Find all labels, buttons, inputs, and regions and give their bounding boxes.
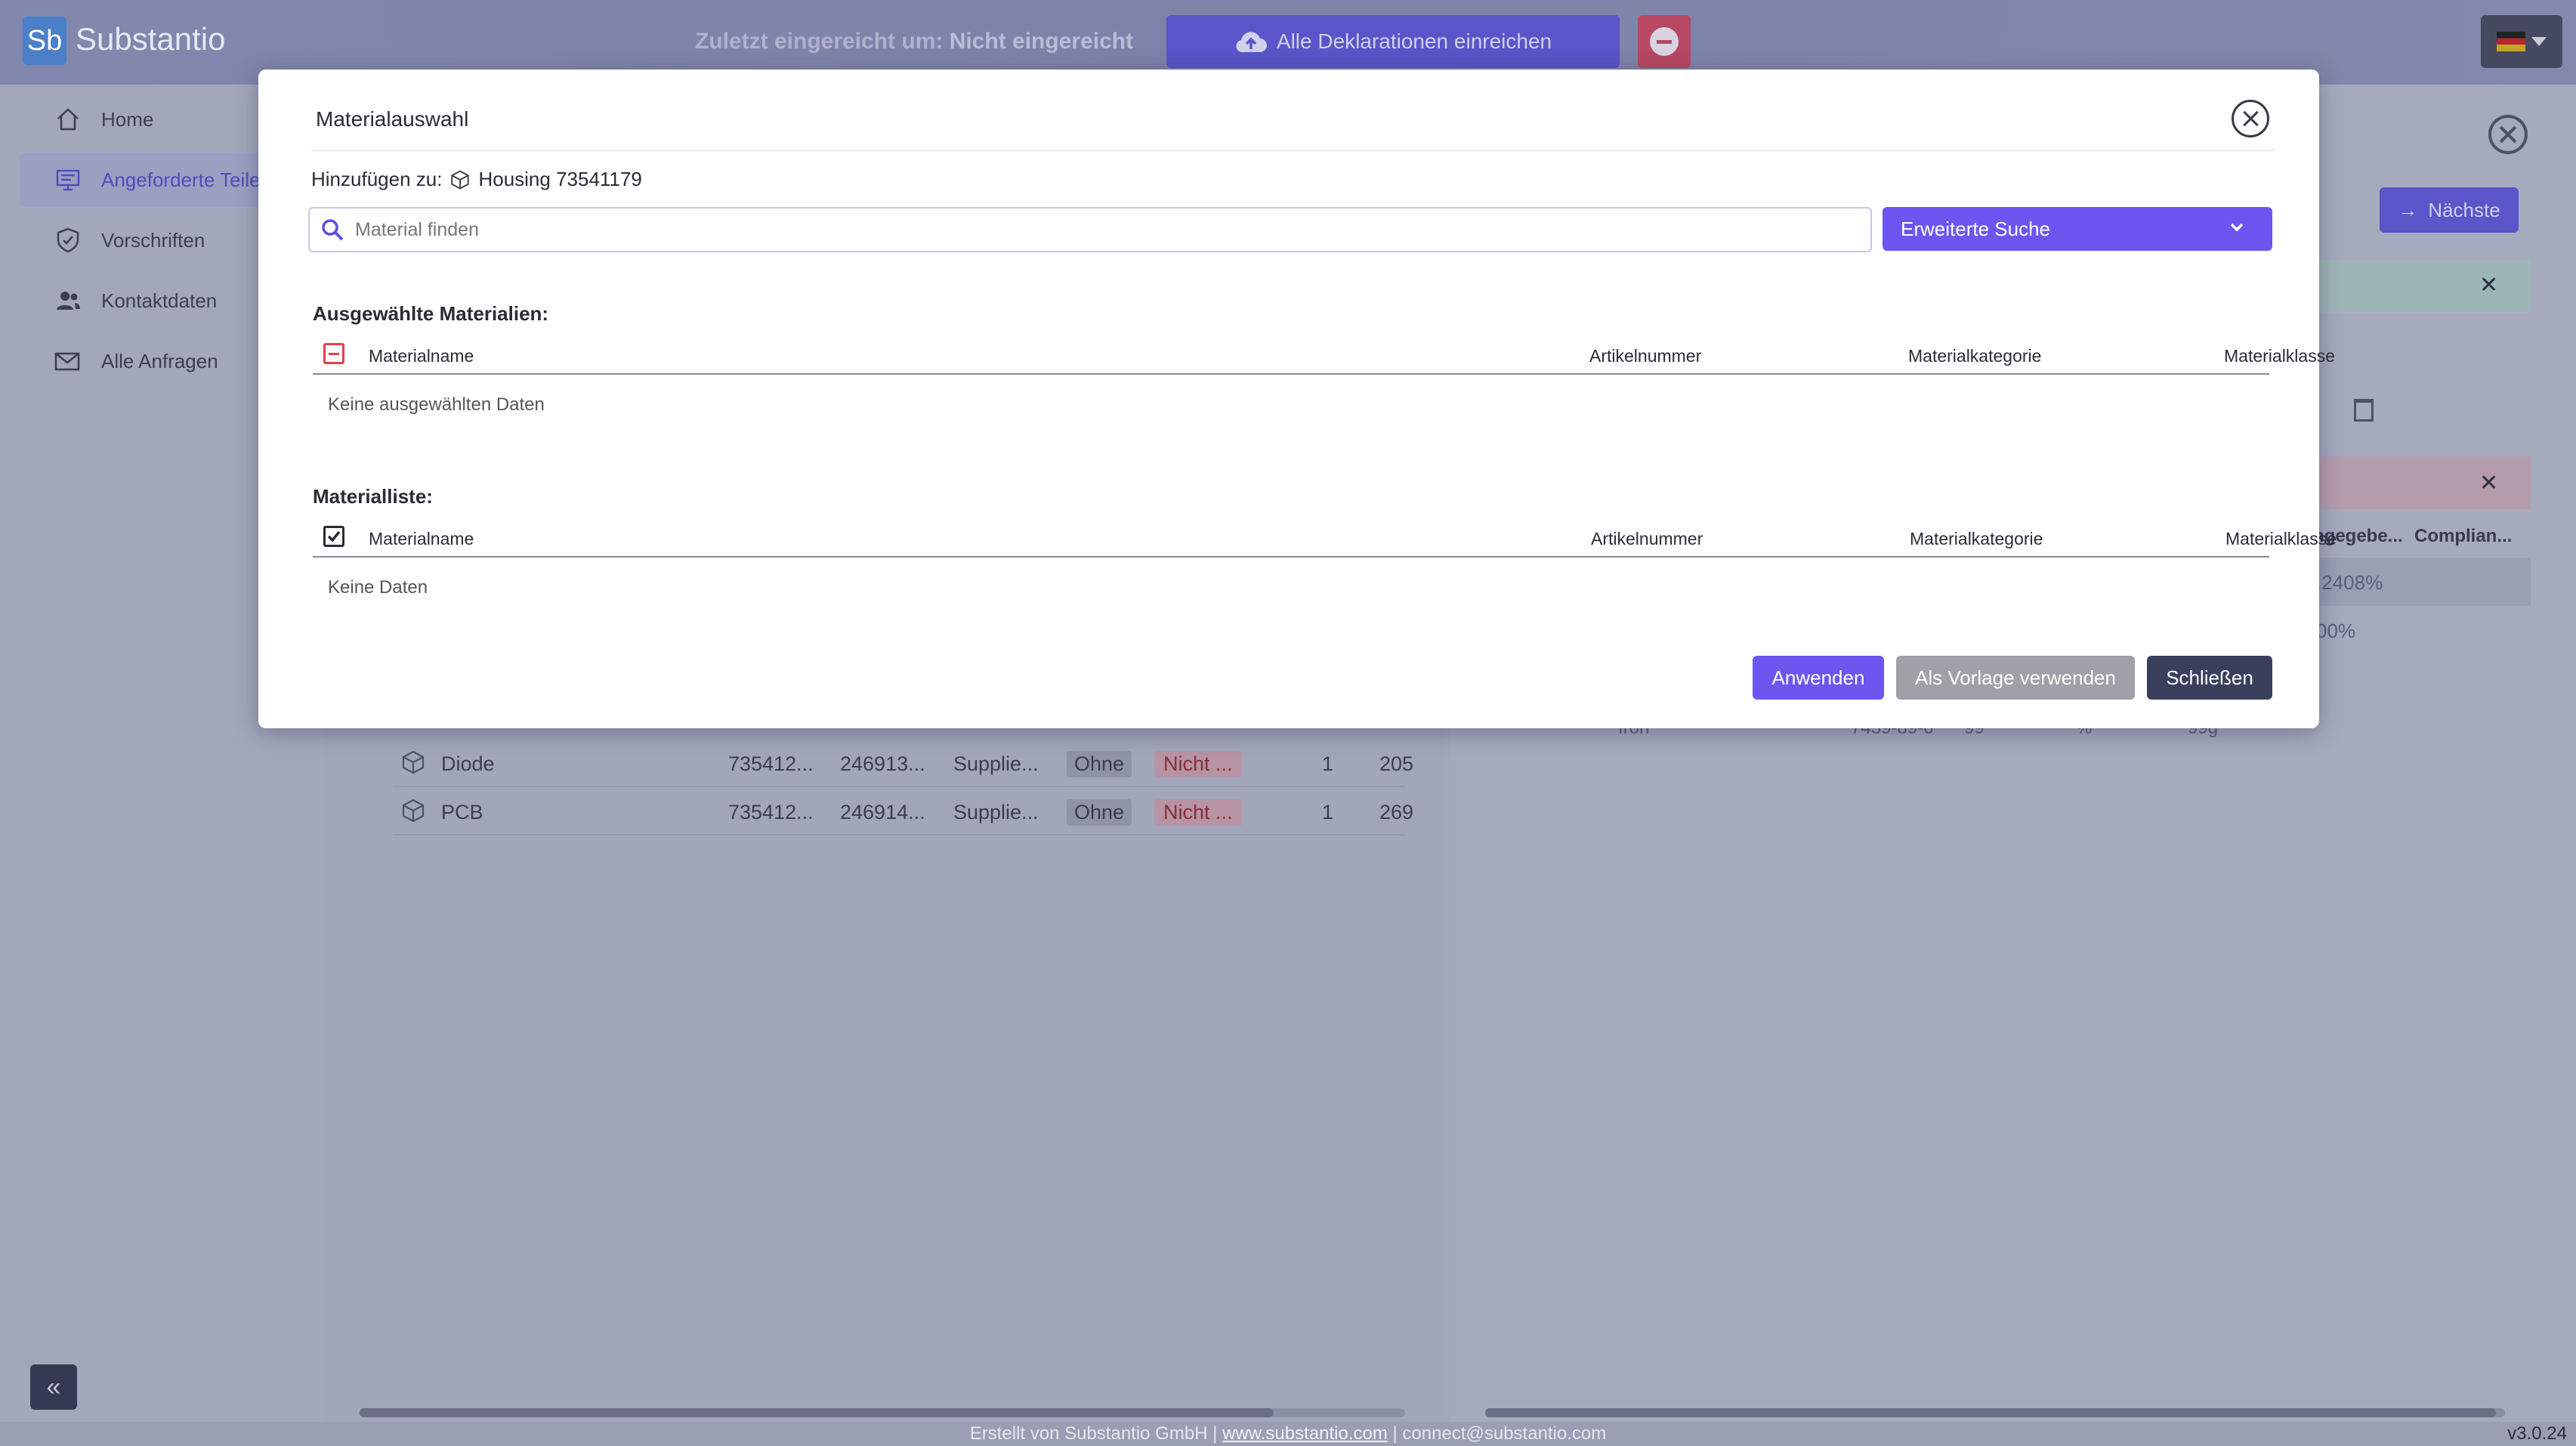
composition-value: 00% [2316, 619, 2356, 642]
caret-down-icon [2531, 37, 2547, 46]
column-header-material-category[interactable]: Materialkategorie [1908, 346, 2041, 366]
dismiss-banner-icon[interactable]: ✕ [2479, 272, 2498, 298]
cloud-upload-icon [1236, 32, 1267, 53]
row-cell: 205 [1379, 752, 1414, 775]
monitor-icon [53, 165, 83, 195]
sidebar-item-label: Alle Anfragen [101, 349, 218, 372]
status-badge: Nicht ... [1154, 751, 1242, 777]
material-list-title: Materialliste: [313, 485, 433, 508]
home-icon [53, 104, 83, 134]
list-empty-message: Keine Daten [328, 577, 428, 598]
version-label: v3.0.24 [2507, 1423, 2567, 1444]
apply-button[interactable]: Anwenden [1753, 656, 1884, 700]
close-button[interactable]: Schließen [2147, 656, 2272, 700]
next-button[interactable]: → Nächste [2380, 187, 2519, 233]
row-cell: Supplie... [953, 801, 1039, 823]
sidebar-item-label: Home [101, 107, 154, 131]
selected-empty-message: Keine ausgewählten Daten [328, 394, 545, 415]
footer-website-link[interactable]: www.substantio.com [1222, 1423, 1388, 1444]
status-badge: Ohne [1067, 799, 1132, 826]
cube-icon [402, 799, 425, 823]
column-header-material-name[interactable]: Materialname [369, 346, 474, 366]
table-row[interactable]: PCB 735412... 246914... Supplie... Ohne … [393, 787, 1413, 836]
shield-icon [53, 225, 83, 255]
status-badge: Ohne [1067, 751, 1132, 777]
parts-scrollbar-thumb[interactable] [360, 1408, 1274, 1417]
logo-name: Substantio [76, 21, 226, 57]
detail-close-icon[interactable] [2488, 115, 2528, 154]
add-to-target: Hinzufügen zu: Housing 73541179 [311, 168, 642, 191]
detail-scrollbar-thumb[interactable] [1485, 1408, 2496, 1417]
row-cell: 246914... [840, 801, 925, 823]
row-name: Diode [441, 752, 495, 775]
row-cell: Supplie... [953, 752, 1039, 775]
row-cell: 735412... [728, 801, 814, 823]
sidebar-item-label: Vorschriften [101, 228, 205, 252]
withdraw-button[interactable] [1638, 15, 1691, 68]
column-header-material-class[interactable]: Materialklasse [2225, 529, 2337, 549]
minus-circle-icon [1650, 27, 1679, 56]
table-row[interactable]: Diode 735412... 246913... Supplie... Ohn… [393, 739, 1413, 787]
collapse-sidebar-button[interactable]: « [30, 1364, 77, 1410]
row-name: PCB [441, 801, 483, 823]
add-to-part-name: Housing 73541179 [478, 168, 642, 190]
submitted-value: Nicht eingereicht [949, 29, 1134, 54]
column-header-material-category[interactable]: Materialkategorie [1910, 529, 2043, 549]
german-flag-icon [2497, 32, 2525, 51]
search-icon [310, 218, 355, 242]
submitted-label: Zuletzt eingereicht um: [695, 29, 944, 54]
composition-value: .2408% [2316, 571, 2383, 594]
dismiss-warning-icon[interactable]: ✕ [2479, 470, 2498, 496]
add-to-label: Hinzufügen zu: [311, 168, 443, 190]
checkmark-icon [327, 530, 341, 542]
modal-title: Materialauswahl [316, 107, 469, 131]
double-chevron-left-icon: « [46, 1372, 61, 1401]
material-selection-modal: Materialauswahl Hinzufügen zu: Housing 7… [258, 70, 2337, 728]
material-search-input[interactable] [355, 218, 1851, 241]
deselect-all-checkbox[interactable] [323, 343, 344, 364]
modal-divider [311, 150, 2275, 151]
cube-icon [402, 750, 425, 774]
column-header-article-number[interactable]: Artikelnummer [1591, 529, 1703, 549]
row-cell: 1 [1322, 752, 1334, 775]
column-header-material-name[interactable]: Materialname [369, 529, 474, 549]
material-search-box[interactable] [308, 207, 1872, 252]
trash-icon[interactable] [2354, 399, 2374, 422]
arrow-right-icon: → [2398, 198, 2418, 221]
submit-all-button[interactable]: Alle Deklarationen einreichen [1166, 15, 1620, 68]
column-header-material-class[interactable]: Materialklasse [2224, 346, 2335, 366]
submit-all-label: Alle Deklarationen einreichen [1276, 29, 1552, 53]
mail-icon [53, 346, 83, 376]
material-list-header: Materialname Artikelnummer Materialkateg… [313, 520, 2337, 558]
advanced-search-label: Erweiterte Suche [1901, 217, 2050, 240]
footer-email: | connect@substantio.com [1392, 1423, 1607, 1444]
next-label: Nächste [2428, 198, 2500, 221]
row-cell: 1 [1322, 801, 1334, 823]
modal-close-icon[interactable] [2232, 100, 2269, 137]
advanced-search-dropdown[interactable]: Erweiterte Suche [1883, 207, 2272, 251]
footer: Erstellt von Substantio GmbH | www.subst… [0, 1422, 2576, 1446]
logo-mark: Sb [23, 17, 66, 65]
row-cell: 246913... [840, 752, 925, 775]
footer-credit: Erstellt von Substantio GmbH | [969, 1423, 1218, 1444]
status-badge: Nicht ... [1154, 799, 1242, 826]
cube-icon [451, 169, 470, 190]
submitted-status: Zuletzt eingereicht um: Nicht eingereich… [695, 29, 1133, 54]
column-header-compliance: Complian... [2414, 526, 2513, 546]
sidebar-item-label: Kontaktdaten [101, 289, 218, 312]
row-cell: 269 [1379, 801, 1414, 823]
contacts-icon [53, 286, 83, 316]
column-header-article-number[interactable]: Artikelnummer [1589, 346, 1701, 366]
language-selector[interactable] [2481, 15, 2562, 68]
sidebar-item-label: Angeforderte Teile [101, 168, 260, 191]
select-all-checkbox[interactable] [323, 526, 344, 547]
row-cell: 735412... [728, 752, 814, 775]
use-as-template-button[interactable]: Als Vorlage verwenden [1896, 656, 2135, 700]
selected-materials-header: Materialname Artikelnummer Materialkateg… [313, 337, 2335, 375]
chevron-down-icon [2230, 223, 2244, 232]
selected-materials-title: Ausgewählte Materialien: [313, 302, 549, 325]
